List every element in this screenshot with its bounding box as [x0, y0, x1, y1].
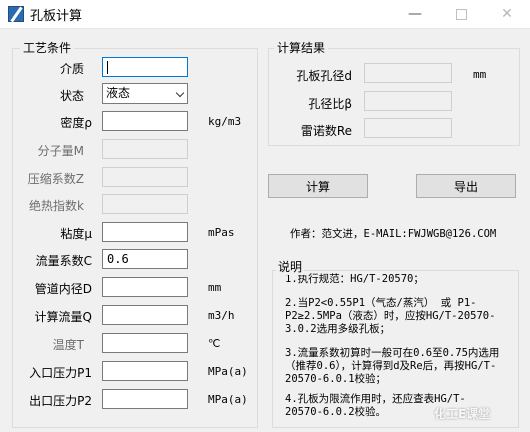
author-info: 作者：范文进，E-MAIL:FWJWGB@126.COM — [290, 228, 497, 240]
maximize-icon — [455, 8, 467, 20]
flow-coefficient-label: 流量系数C — [35, 254, 92, 268]
viscosity-input[interactable] — [102, 222, 188, 242]
close-button[interactable]: ✕ — [484, 0, 530, 28]
state-select-value: 液态 — [106, 86, 131, 100]
chevron-down-icon — [175, 88, 185, 98]
note-item: 1.执行规范：HG/T-20570； — [285, 273, 424, 285]
title-bar: 孔板计算 — ✕ — [0, 0, 530, 29]
medium-input[interactable] — [102, 57, 188, 77]
density-unit: kg/m3 — [208, 115, 242, 128]
pipe-diameter-input[interactable] — [102, 277, 188, 297]
flow-coefficient-input[interactable]: 0.6 — [102, 249, 188, 269]
compressibility-label: 压缩系数Z — [27, 172, 84, 186]
minimize-button[interactable]: — — [392, 0, 438, 28]
adiabatic-index-input[interactable] — [102, 194, 188, 214]
inlet-pressure-input[interactable] — [102, 361, 188, 381]
medium-label: 介质 — [59, 62, 84, 76]
text-caret — [107, 61, 108, 74]
pipe-diameter-unit: mm — [208, 281, 222, 294]
inlet-pressure-unit: MPa(a) — [208, 365, 248, 378]
pipe-diameter-label: 管道内径D — [34, 282, 92, 296]
outlet-pressure-unit: MPa(a) — [208, 393, 248, 406]
diameter-ratio-output — [364, 91, 452, 111]
adiabatic-index-label: 绝热指数k — [29, 199, 84, 213]
density-label: 密度ρ — [60, 116, 92, 130]
note-item: 3.流量系数初算时一般可在0.6至0.75内选用（推荐0.6），计算得到d及Re… — [285, 347, 500, 385]
temperature-input[interactable] — [102, 333, 188, 353]
process-conditions-legend: 工艺条件 — [20, 39, 75, 56]
watermark: 化工E课堂 — [434, 407, 491, 421]
viscosity-unit: mPas — [208, 226, 235, 239]
inlet-pressure-label: 入口压力P1 — [29, 366, 92, 380]
reynolds-number-label: 雷诺数Re — [300, 124, 352, 138]
export-button[interactable]: 导出 — [416, 174, 516, 198]
results-legend: 计算结果 — [274, 39, 329, 56]
orifice-diameter-label: 孔板孔径d — [296, 69, 352, 83]
temperature-unit: ℃ — [208, 337, 221, 350]
outlet-pressure-input[interactable] — [102, 389, 188, 409]
viscosity-label: 粘度μ — [60, 227, 92, 241]
temperature-label: 温度T — [52, 338, 84, 352]
flow-rate-unit: m3/h — [208, 309, 235, 322]
flow-rate-label: 计算流量Q — [34, 310, 92, 324]
calculate-button[interactable]: 计算 — [268, 174, 368, 198]
orifice-diameter-unit: mm — [473, 68, 487, 81]
app-icon — [8, 6, 24, 22]
note-item: 2.当P2<0.55P1（气态/蒸汽） 或 P1-P2≥2.5MPa（液态）时，… — [285, 297, 496, 335]
outlet-pressure-label: 出口压力P2 — [29, 394, 92, 408]
notes-scrollbar[interactable] — [505, 271, 518, 427]
notes-title: 说明 — [276, 258, 305, 275]
state-select[interactable]: 液态 — [102, 83, 188, 104]
window-title: 孔板计算 — [30, 9, 83, 24]
diameter-ratio-label: 孔径比β — [308, 97, 352, 111]
compressibility-input[interactable] — [102, 167, 188, 187]
density-input[interactable] — [102, 111, 188, 131]
orifice-diameter-output — [364, 63, 452, 83]
molecular-weight-input[interactable] — [102, 139, 188, 159]
reynolds-number-output — [364, 118, 452, 138]
state-label: 状态 — [59, 89, 84, 103]
molecular-weight-label: 分子量M — [37, 144, 84, 158]
maximize-button[interactable] — [438, 0, 484, 28]
flow-rate-input[interactable] — [102, 305, 188, 325]
